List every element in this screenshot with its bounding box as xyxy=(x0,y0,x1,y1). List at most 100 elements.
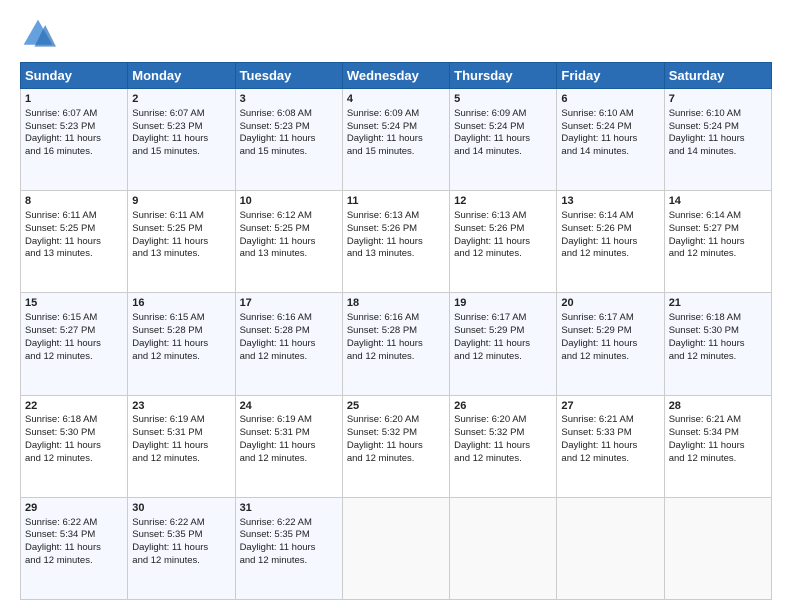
day-info-line: Sunset: 5:31 PM xyxy=(240,427,338,440)
calendar-cell: 22Sunrise: 6:18 AMSunset: 5:30 PMDayligh… xyxy=(21,395,128,497)
calendar-cell: 9Sunrise: 6:11 AMSunset: 5:25 PMDaylight… xyxy=(128,191,235,293)
day-info-line: Sunrise: 6:22 AM xyxy=(132,517,230,530)
day-info-line: Daylight: 11 hours xyxy=(132,542,230,555)
day-info-line: Daylight: 11 hours xyxy=(25,133,123,146)
day-info-line: Daylight: 11 hours xyxy=(25,338,123,351)
day-info-line: Sunrise: 6:18 AM xyxy=(669,312,767,325)
day-number: 29 xyxy=(25,501,123,516)
day-info-line: and 12 minutes. xyxy=(240,453,338,466)
day-info-line: Sunrise: 6:14 AM xyxy=(561,210,659,223)
day-info-line: Sunrise: 6:19 AM xyxy=(240,414,338,427)
col-header-thursday: Thursday xyxy=(450,63,557,89)
day-info-line: and 14 minutes. xyxy=(669,146,767,159)
day-info-line: Sunrise: 6:22 AM xyxy=(240,517,338,530)
calendar-cell: 6Sunrise: 6:10 AMSunset: 5:24 PMDaylight… xyxy=(557,89,664,191)
day-info-line: Sunset: 5:27 PM xyxy=(669,223,767,236)
calendar-cell: 20Sunrise: 6:17 AMSunset: 5:29 PMDayligh… xyxy=(557,293,664,395)
calendar-cell: 17Sunrise: 6:16 AMSunset: 5:28 PMDayligh… xyxy=(235,293,342,395)
day-number: 8 xyxy=(25,194,123,209)
day-info-line: Sunset: 5:29 PM xyxy=(561,325,659,338)
day-info-line: Sunset: 5:30 PM xyxy=(25,427,123,440)
calendar-cell xyxy=(450,497,557,599)
day-info-line: Sunrise: 6:10 AM xyxy=(561,108,659,121)
day-info-line: Sunrise: 6:09 AM xyxy=(454,108,552,121)
day-info-line: and 12 minutes. xyxy=(25,555,123,568)
calendar-cell: 10Sunrise: 6:12 AMSunset: 5:25 PMDayligh… xyxy=(235,191,342,293)
calendar-cell: 21Sunrise: 6:18 AMSunset: 5:30 PMDayligh… xyxy=(664,293,771,395)
day-info-line: Daylight: 11 hours xyxy=(25,542,123,555)
day-info-line: Sunrise: 6:13 AM xyxy=(454,210,552,223)
day-info-line: Daylight: 11 hours xyxy=(132,236,230,249)
day-info-line: Sunset: 5:24 PM xyxy=(561,121,659,134)
col-header-tuesday: Tuesday xyxy=(235,63,342,89)
day-info-line: Sunrise: 6:20 AM xyxy=(454,414,552,427)
day-info-line: Daylight: 11 hours xyxy=(454,440,552,453)
day-info-line: Daylight: 11 hours xyxy=(132,133,230,146)
calendar-cell: 25Sunrise: 6:20 AMSunset: 5:32 PMDayligh… xyxy=(342,395,449,497)
day-number: 16 xyxy=(132,296,230,311)
calendar-header-row: SundayMondayTuesdayWednesdayThursdayFrid… xyxy=(21,63,772,89)
day-info-line: Daylight: 11 hours xyxy=(240,133,338,146)
col-header-sunday: Sunday xyxy=(21,63,128,89)
day-info-line: Sunset: 5:26 PM xyxy=(561,223,659,236)
day-info-line: Sunrise: 6:09 AM xyxy=(347,108,445,121)
day-number: 30 xyxy=(132,501,230,516)
day-info-line: and 14 minutes. xyxy=(561,146,659,159)
day-info-line: Sunset: 5:25 PM xyxy=(240,223,338,236)
day-number: 5 xyxy=(454,92,552,107)
day-number: 15 xyxy=(25,296,123,311)
day-number: 25 xyxy=(347,399,445,414)
calendar-cell xyxy=(664,497,771,599)
day-info-line: Daylight: 11 hours xyxy=(561,338,659,351)
day-info-line: Sunset: 5:30 PM xyxy=(669,325,767,338)
calendar-cell: 5Sunrise: 6:09 AMSunset: 5:24 PMDaylight… xyxy=(450,89,557,191)
day-info-line: Sunrise: 6:07 AM xyxy=(132,108,230,121)
day-info-line: and 12 minutes. xyxy=(561,351,659,364)
calendar-cell: 1Sunrise: 6:07 AMSunset: 5:23 PMDaylight… xyxy=(21,89,128,191)
calendar-cell: 7Sunrise: 6:10 AMSunset: 5:24 PMDaylight… xyxy=(664,89,771,191)
calendar-cell: 19Sunrise: 6:17 AMSunset: 5:29 PMDayligh… xyxy=(450,293,557,395)
day-info-line: Sunrise: 6:11 AM xyxy=(132,210,230,223)
day-info-line: and 12 minutes. xyxy=(25,453,123,466)
day-info-line: Daylight: 11 hours xyxy=(454,236,552,249)
day-number: 9 xyxy=(132,194,230,209)
day-info-line: Sunrise: 6:08 AM xyxy=(240,108,338,121)
day-info-line: Daylight: 11 hours xyxy=(669,133,767,146)
day-info-line: and 12 minutes. xyxy=(561,248,659,261)
calendar-cell: 29Sunrise: 6:22 AMSunset: 5:34 PMDayligh… xyxy=(21,497,128,599)
day-info-line: Daylight: 11 hours xyxy=(561,440,659,453)
day-info-line: and 15 minutes. xyxy=(347,146,445,159)
day-info-line: and 12 minutes. xyxy=(132,555,230,568)
day-info-line: Sunset: 5:31 PM xyxy=(132,427,230,440)
day-info-line: Sunset: 5:33 PM xyxy=(561,427,659,440)
day-info-line: Sunrise: 6:18 AM xyxy=(25,414,123,427)
day-number: 17 xyxy=(240,296,338,311)
calendar-cell: 3Sunrise: 6:08 AMSunset: 5:23 PMDaylight… xyxy=(235,89,342,191)
day-info-line: Sunrise: 6:21 AM xyxy=(561,414,659,427)
day-info-line: Sunset: 5:27 PM xyxy=(25,325,123,338)
day-info-line: and 16 minutes. xyxy=(25,146,123,159)
day-info-line: Sunset: 5:23 PM xyxy=(25,121,123,134)
calendar-week-row: 1Sunrise: 6:07 AMSunset: 5:23 PMDaylight… xyxy=(21,89,772,191)
day-number: 24 xyxy=(240,399,338,414)
day-info-line: Daylight: 11 hours xyxy=(669,236,767,249)
day-number: 21 xyxy=(669,296,767,311)
day-number: 3 xyxy=(240,92,338,107)
day-info-line: and 12 minutes. xyxy=(454,248,552,261)
day-number: 12 xyxy=(454,194,552,209)
logo-icon xyxy=(20,16,56,52)
day-number: 28 xyxy=(669,399,767,414)
day-info-line: Daylight: 11 hours xyxy=(240,440,338,453)
day-info-line: Daylight: 11 hours xyxy=(240,236,338,249)
day-number: 2 xyxy=(132,92,230,107)
day-info-line: and 12 minutes. xyxy=(132,453,230,466)
day-number: 10 xyxy=(240,194,338,209)
day-info-line: Sunset: 5:28 PM xyxy=(347,325,445,338)
day-info-line: and 12 minutes. xyxy=(132,351,230,364)
calendar-cell: 14Sunrise: 6:14 AMSunset: 5:27 PMDayligh… xyxy=(664,191,771,293)
day-info-line: Daylight: 11 hours xyxy=(240,542,338,555)
col-header-saturday: Saturday xyxy=(664,63,771,89)
day-info-line: Sunset: 5:24 PM xyxy=(347,121,445,134)
calendar-cell: 24Sunrise: 6:19 AMSunset: 5:31 PMDayligh… xyxy=(235,395,342,497)
day-info-line: Daylight: 11 hours xyxy=(454,133,552,146)
